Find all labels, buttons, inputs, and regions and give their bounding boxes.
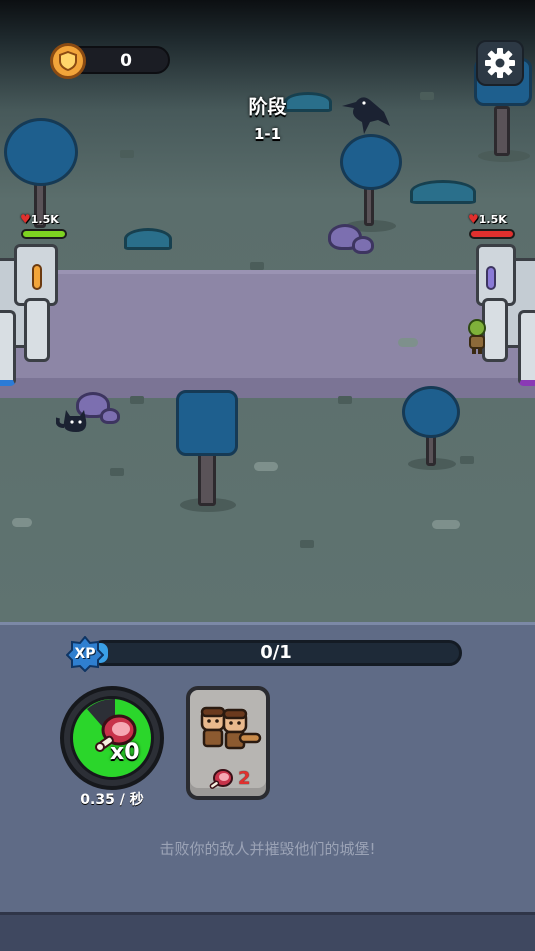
grass-tuft — [120, 150, 134, 158]
grass-tuft — [110, 468, 124, 476]
unit-card-warriors[interactable]: 2 — [186, 686, 270, 800]
meat-ring — [70, 696, 154, 780]
bush — [124, 228, 172, 250]
stage-title: 阶段 — [248, 96, 287, 118]
ground-dash — [398, 338, 418, 347]
player-castle[interactable] — [0, 244, 64, 390]
xp-label: XP — [74, 646, 96, 662]
ground-dash — [254, 462, 278, 471]
heart-icon: ♥ — [20, 212, 31, 226]
goblin-enemy — [468, 319, 486, 354]
bush — [410, 180, 476, 204]
unit-cost: 2 — [238, 768, 251, 789]
player-hp-label: ♥1.5K — [20, 212, 59, 226]
tree — [176, 390, 238, 516]
tree — [338, 134, 404, 234]
meat-resource-button[interactable]: x0 — [60, 686, 164, 790]
stage-number: 1-1 — [253, 125, 282, 143]
shield-coin-icon — [50, 43, 86, 79]
bottom-strip — [0, 912, 535, 951]
xp-progress-text: 0/1 — [260, 642, 292, 663]
enemy-castle[interactable] — [472, 244, 535, 390]
grass-tuft — [338, 396, 352, 404]
grass-tuft — [460, 456, 474, 464]
settings-button[interactable] — [476, 40, 524, 86]
cat-icon — [56, 410, 87, 432]
enemy-hp-bar — [469, 229, 515, 239]
grass-tuft — [130, 396, 144, 404]
meat-rate: 0.35 / 秒 — [80, 792, 144, 808]
rock — [100, 408, 120, 424]
tree — [400, 386, 462, 472]
ground-dash — [432, 520, 460, 529]
meat-count: x0 — [110, 740, 140, 765]
player-hp-bar — [21, 229, 67, 239]
hint-text: 击败你的敌人并摧毁他们的城堡! — [159, 840, 376, 858]
grass-tuft — [250, 262, 264, 270]
meat-cost-icon — [209, 769, 233, 789]
xp-star-icon: XP — [66, 636, 104, 672]
rock — [352, 236, 374, 254]
xp-progress-bar: 0/1 — [90, 640, 462, 666]
gear-icon — [485, 48, 515, 78]
warriors-icon — [200, 706, 262, 750]
grass-tuft — [300, 540, 314, 548]
ground-dash — [12, 518, 32, 527]
heart-icon: ♥ — [468, 212, 479, 226]
enemy-hp-label: ♥1.5K — [468, 212, 507, 226]
